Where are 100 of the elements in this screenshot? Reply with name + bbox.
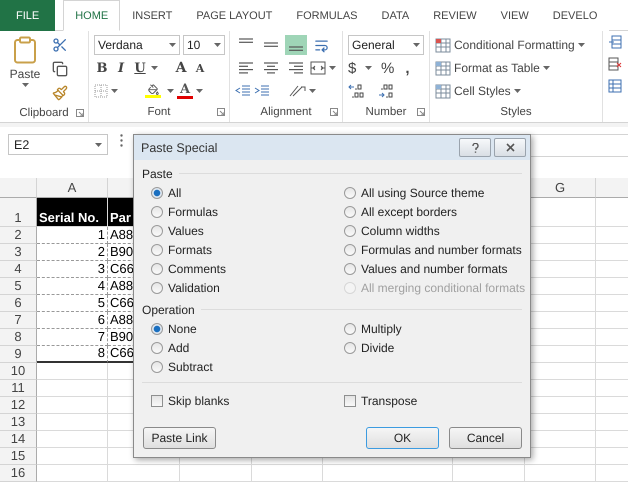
radio-button[interactable] [344, 206, 356, 218]
table-style-icon [435, 38, 451, 52]
row-header[interactable]: 8 [0, 329, 37, 346]
bold-button[interactable]: B [94, 60, 110, 76]
header-cell: Serial No. [37, 198, 108, 227]
insert-cells-icon[interactable] [608, 35, 622, 49]
underline-button[interactable]: U [132, 60, 148, 76]
radio-button[interactable] [344, 322, 356, 334]
increase-decimal-icon[interactable] [348, 83, 366, 99]
borders-icon[interactable] [94, 84, 108, 98]
row-header[interactable]: 5 [0, 278, 37, 295]
group-label: Clipboard [19, 106, 69, 118]
radio-button[interactable] [151, 322, 163, 334]
select-all-corner[interactable] [0, 178, 37, 198]
radio-button[interactable] [151, 282, 163, 294]
row-header[interactable]: 10 [0, 363, 37, 380]
row-header[interactable]: 15 [0, 448, 37, 465]
font-name-field[interactable]: Verdana [94, 35, 180, 55]
caret-icon [196, 89, 203, 93]
dialog-button[interactable]: Cancel [449, 427, 522, 449]
dialog-button[interactable]: OK [366, 427, 439, 449]
option-label[interactable]: Divide [361, 340, 394, 354]
delete-cells-icon[interactable] [608, 57, 622, 71]
caret-icon [214, 43, 221, 47]
percent-button[interactable]: % [381, 60, 394, 76]
grow-font-button[interactable]: A [173, 60, 189, 76]
row-header[interactable]: 3 [0, 244, 37, 261]
radio-button[interactable] [151, 262, 163, 274]
dialog-launcher-icon[interactable] [330, 108, 338, 116]
row-header[interactable]: 2 [0, 227, 37, 244]
option-label[interactable]: Formulas and number formats [361, 242, 522, 256]
name-box[interactable]: E2 [8, 134, 108, 155]
ribbon-tab[interactable]: FILE [0, 0, 56, 31]
dialog-button[interactable]: Paste Link [143, 427, 216, 449]
comma-button[interactable]: , [405, 60, 410, 76]
text-orientation-icon[interactable] [288, 84, 306, 98]
row-header[interactable]: 6 [0, 295, 37, 312]
radio-button[interactable] [344, 262, 356, 274]
increase-indent-icon[interactable] [254, 84, 270, 98]
row-header[interactable]: 11 [0, 380, 37, 397]
dialog-launcher-icon[interactable] [417, 108, 425, 116]
vertical-dots-icon [120, 134, 123, 147]
middle-align-icon [263, 42, 279, 48]
close-button[interactable] [494, 138, 526, 157]
row-header[interactable]: 7 [0, 312, 37, 329]
align-right-icon [288, 62, 304, 74]
table-cell: 3 [37, 261, 108, 278]
italic-button[interactable]: I [113, 60, 129, 76]
styles-menu-button[interactable]: Format as Table [435, 58, 598, 78]
caret-icon [578, 43, 585, 47]
radio-button[interactable] [151, 186, 163, 198]
option-label[interactable]: Column widths [361, 224, 440, 238]
format-cells-icon[interactable] [608, 79, 622, 93]
option-label[interactable]: All using Source theme [361, 186, 484, 200]
dialog-launcher-icon[interactable] [76, 109, 84, 117]
paste-button[interactable]: Paste [5, 35, 45, 103]
table-cell: 8 [37, 346, 108, 363]
number-format-field[interactable]: General [348, 35, 424, 55]
dialog-launcher-icon[interactable] [217, 108, 225, 116]
checkbox[interactable] [344, 394, 356, 406]
caret-icon [111, 89, 118, 93]
row-header[interactable]: 13 [0, 414, 37, 431]
styles-menu-button[interactable]: Cell Styles [435, 81, 598, 101]
option-label[interactable]: Values and number formats [361, 262, 508, 276]
row-header[interactable]: 9 [0, 346, 37, 363]
column-header[interactable]: A [37, 178, 108, 198]
option-label[interactable]: All except borders [361, 204, 458, 218]
radio-button[interactable] [344, 224, 356, 236]
radio-button[interactable] [151, 206, 163, 218]
radio-button[interactable] [344, 342, 356, 354]
caret-icon [542, 66, 550, 70]
font-color-button[interactable]: A [177, 83, 193, 99]
decrease-indent-icon[interactable] [235, 84, 251, 98]
row-header[interactable]: 1 [0, 198, 37, 227]
checkbox-label[interactable]: Skip blanks [168, 394, 230, 408]
option-label[interactable]: Multiply [361, 322, 402, 336]
help-button[interactable] [459, 138, 491, 157]
table-cell: 4 [37, 278, 108, 295]
row-header[interactable]: 12 [0, 397, 37, 414]
radio-button[interactable] [344, 244, 356, 256]
option-label[interactable]: All [168, 186, 182, 200]
section-label: Paste [142, 166, 173, 180]
font-size-field[interactable]: 10 [183, 35, 225, 55]
shrink-font-button[interactable]: A [192, 62, 208, 74]
caret-icon [413, 43, 420, 47]
radio-button[interactable] [151, 224, 163, 236]
radio-button[interactable] [344, 186, 356, 198]
ribbon-tab[interactable]: HOME [63, 0, 120, 31]
group-label: Font [147, 106, 170, 118]
currency-button[interactable]: $ [348, 60, 362, 76]
row-header[interactable]: 4 [0, 261, 37, 278]
checkbox-label[interactable]: Transpose [361, 394, 418, 408]
radio-button[interactable] [151, 360, 163, 372]
checkbox[interactable] [151, 394, 163, 406]
radio-button[interactable] [151, 244, 163, 256]
merge-cells-icon[interactable] [310, 61, 326, 75]
styles-menu-button[interactable]: Conditional Formatting [435, 35, 598, 55]
radio-button[interactable] [151, 342, 163, 354]
row-header[interactable]: 14 [0, 431, 37, 448]
row-header[interactable]: 16 [0, 465, 37, 482]
